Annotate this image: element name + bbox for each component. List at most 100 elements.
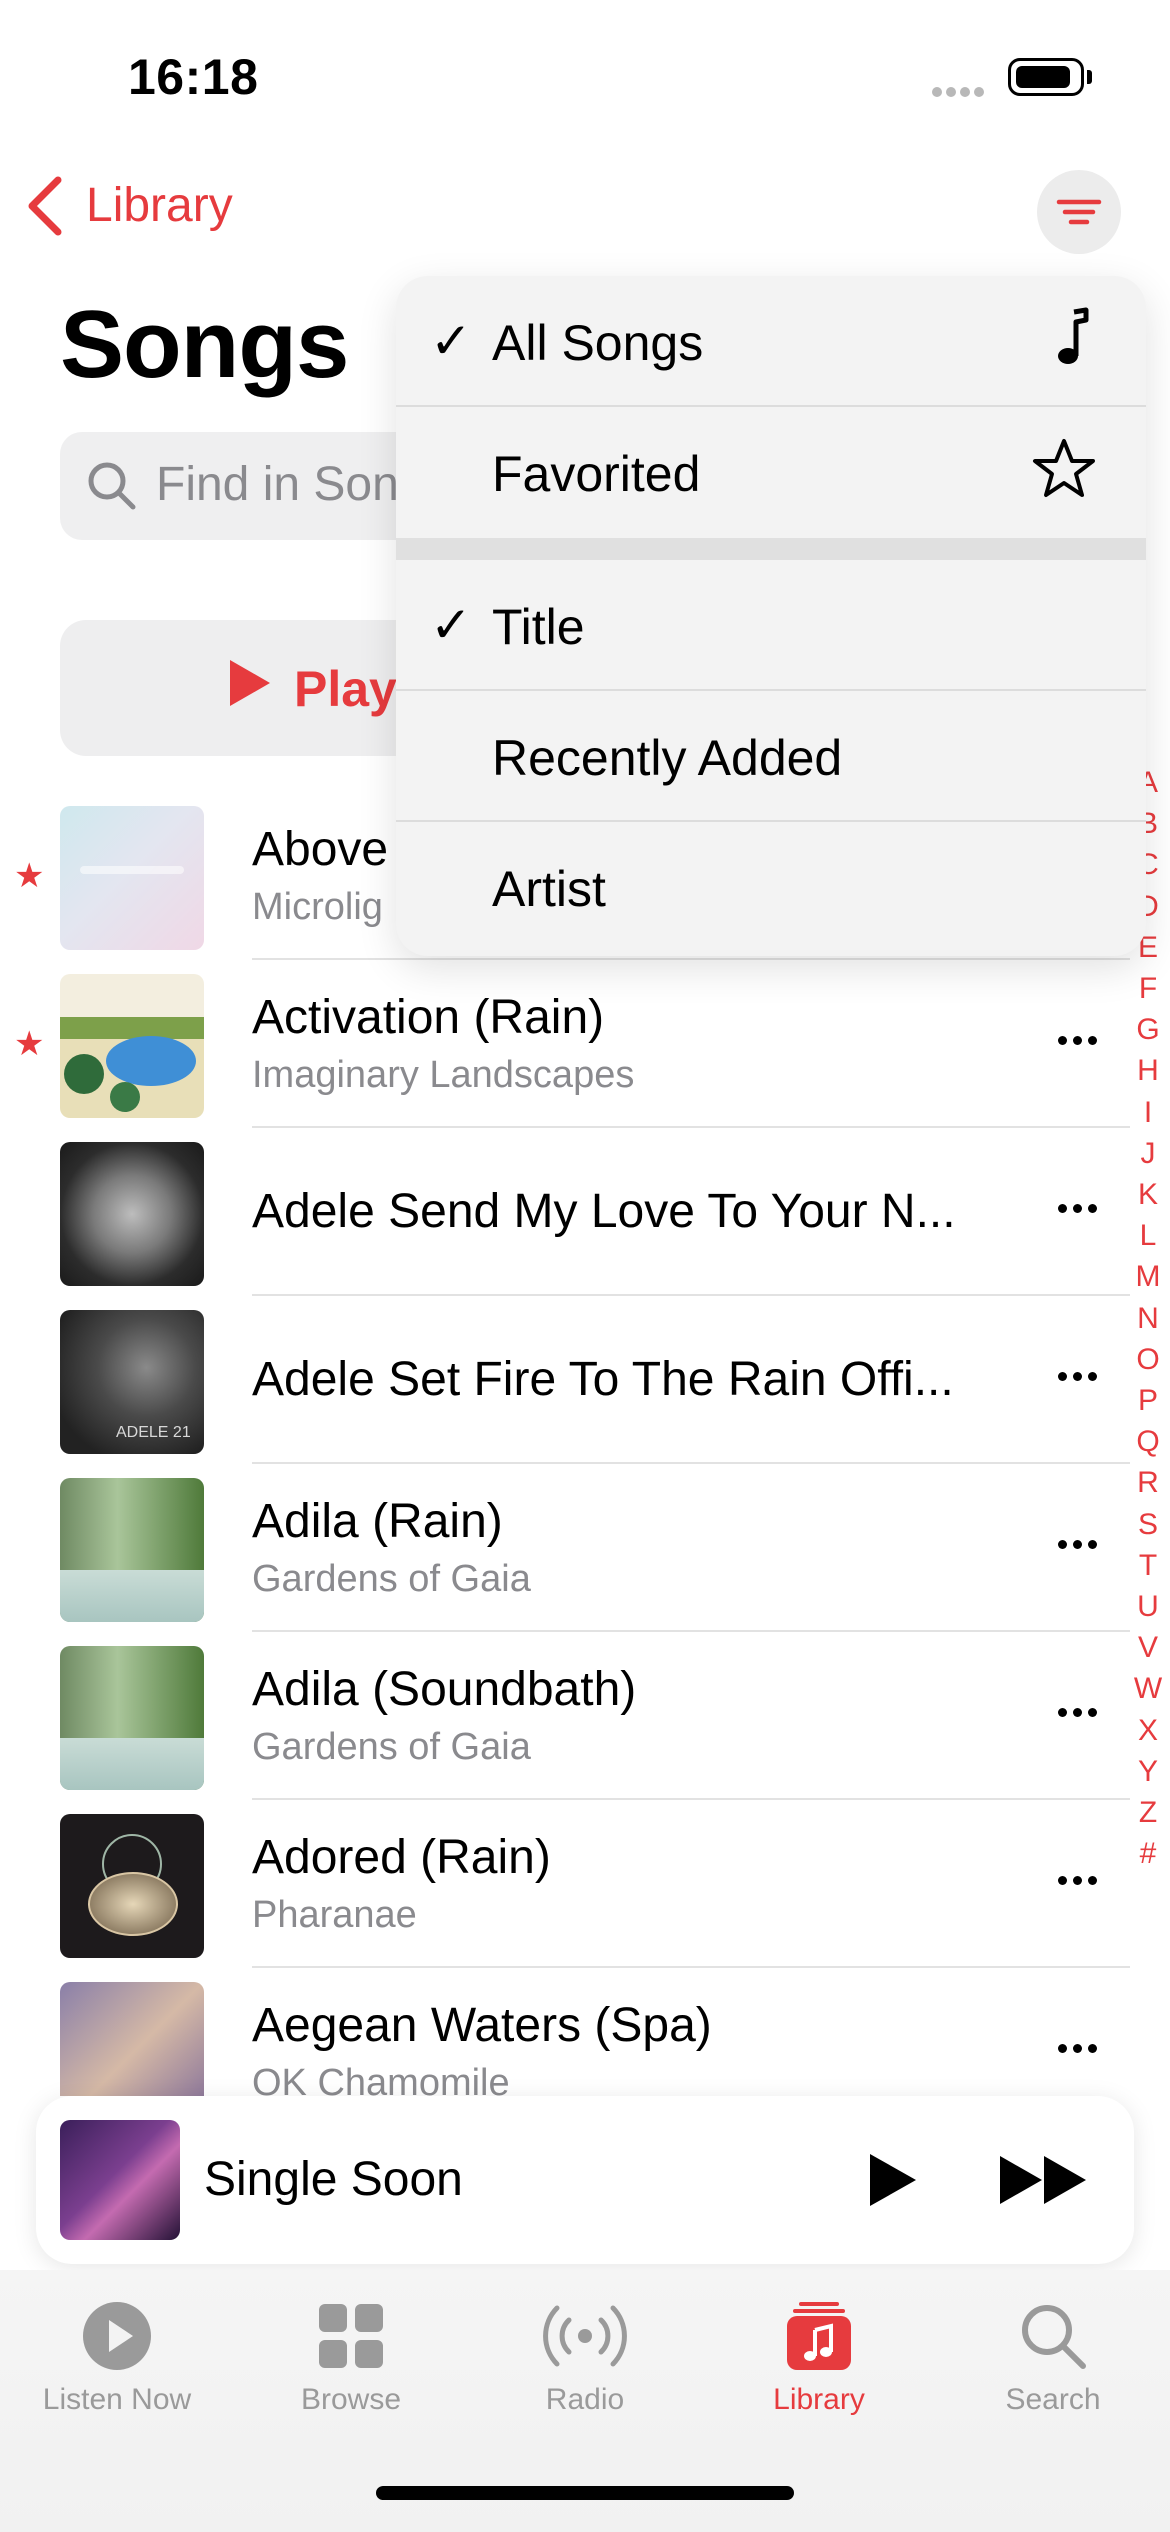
battery-icon bbox=[1008, 58, 1084, 96]
index-letter[interactable]: M bbox=[1128, 1256, 1168, 1297]
album-art bbox=[60, 1982, 204, 2096]
index-letter[interactable]: T bbox=[1128, 1545, 1168, 1586]
back-button[interactable]: Library bbox=[14, 170, 254, 250]
tab-label: Radio bbox=[545, 2383, 625, 2416]
menu-item-title[interactable]: ✓ Title bbox=[396, 560, 1146, 691]
more-options-icon[interactable] bbox=[1058, 1872, 1106, 1885]
more-options-icon[interactable] bbox=[1058, 1032, 1106, 1045]
song-title: Above bbox=[252, 823, 389, 876]
home-indicator bbox=[376, 2486, 794, 2500]
tab-search[interactable]: Search bbox=[936, 2300, 1170, 2417]
song-row[interactable]: Aegean Waters (Spa) OK Chamomile bbox=[0, 1968, 1130, 2096]
menu-section-gap bbox=[396, 538, 1146, 560]
index-letter[interactable]: W bbox=[1128, 1668, 1168, 1709]
index-letter[interactable]: N bbox=[1128, 1298, 1168, 1339]
more-options-icon[interactable] bbox=[1058, 1200, 1106, 1213]
tab-radio[interactable]: Radio bbox=[468, 2300, 702, 2417]
play-circle-icon bbox=[83, 2302, 151, 2370]
tab-browse[interactable]: Browse bbox=[234, 2300, 468, 2417]
index-letter[interactable]: # bbox=[1128, 1833, 1168, 1874]
song-artist: Gardens of Gaia bbox=[252, 1726, 531, 1768]
menu-item-label: Favorited bbox=[492, 446, 701, 502]
tab-library[interactable]: Library bbox=[702, 2300, 936, 2417]
index-letter[interactable]: S bbox=[1128, 1504, 1168, 1545]
index-letter[interactable]: F bbox=[1128, 968, 1168, 1009]
song-title: Adored (Rain) bbox=[252, 1831, 551, 1884]
index-letter[interactable]: Q bbox=[1128, 1421, 1168, 1462]
index-letter[interactable]: H bbox=[1128, 1050, 1168, 1091]
index-letter[interactable]: U bbox=[1128, 1586, 1168, 1627]
music-note-icon bbox=[1058, 307, 1089, 364]
now-playing-art bbox=[60, 2120, 180, 2240]
music-library-icon bbox=[787, 2302, 851, 2370]
chevron-left-icon bbox=[28, 176, 62, 236]
index-letter[interactable]: P bbox=[1128, 1380, 1168, 1421]
play-icon[interactable] bbox=[864, 2152, 920, 2208]
song-artist: OK Chamomile bbox=[252, 2062, 510, 2096]
menu-item-label: Recently Added bbox=[492, 730, 843, 786]
index-letter[interactable]: O bbox=[1128, 1339, 1168, 1380]
sort-lines-icon bbox=[1056, 199, 1102, 225]
song-title: Adila (Soundbath) bbox=[252, 1663, 637, 1716]
song-title: Activation (Rain) bbox=[252, 991, 605, 1044]
more-options-icon[interactable] bbox=[1058, 2040, 1106, 2053]
battery-nub bbox=[1087, 70, 1092, 84]
song-title: Adele Set Fire To The Rain Offi... bbox=[252, 1353, 954, 1406]
index-letter[interactable]: K bbox=[1128, 1174, 1168, 1215]
album-art bbox=[60, 1142, 204, 1286]
index-letter[interactable]: Y bbox=[1128, 1751, 1168, 1792]
song-row[interactable]: Adele Send My Love To Your N... bbox=[0, 1128, 1130, 1296]
index-letter[interactable]: J bbox=[1128, 1133, 1168, 1174]
favorite-star-icon: ★ bbox=[14, 1025, 45, 1063]
album-art bbox=[60, 1814, 204, 1958]
song-title: Aegean Waters (Spa) bbox=[252, 1999, 712, 2052]
index-letter[interactable]: I bbox=[1128, 1092, 1168, 1133]
checkmark-icon: ✓ bbox=[430, 313, 472, 369]
tab-label: Listen Now bbox=[42, 2383, 192, 2416]
menu-item-recently-added[interactable]: Recently Added bbox=[396, 691, 1146, 822]
album-art bbox=[60, 806, 204, 950]
sort-filter-menu: ✓ All Songs Favorited ✓ Title Recently A… bbox=[396, 276, 1146, 956]
more-options-icon[interactable] bbox=[1058, 1704, 1106, 1717]
song-title: Adele Send My Love To Your N... bbox=[252, 1185, 956, 1238]
menu-item-label: Title bbox=[492, 599, 585, 655]
menu-item-all-songs[interactable]: ✓ All Songs bbox=[396, 276, 1146, 407]
now-playing-title: Single Soon bbox=[204, 2153, 463, 2206]
song-row[interactable]: ★ Activation (Rain) Imaginary Landscapes bbox=[0, 960, 1130, 1128]
play-icon bbox=[230, 660, 270, 706]
index-letter[interactable]: X bbox=[1128, 1710, 1168, 1751]
favorite-star-icon: ★ bbox=[14, 857, 45, 895]
song-row[interactable]: ADELE 21 Adele Set Fire To The Rain Offi… bbox=[0, 1296, 1130, 1464]
song-artist: Imaginary Landscapes bbox=[252, 1054, 635, 1096]
index-letter[interactable]: V bbox=[1128, 1627, 1168, 1668]
search-icon bbox=[88, 462, 136, 510]
song-row[interactable]: Adila (Soundbath) Gardens of Gaia bbox=[0, 1632, 1130, 1800]
tab-listen-now[interactable]: Listen Now bbox=[0, 2300, 234, 2417]
index-letter[interactable]: R bbox=[1128, 1462, 1168, 1503]
menu-item-favorited[interactable]: Favorited bbox=[396, 407, 1146, 538]
album-art: ADELE 21 bbox=[60, 1310, 204, 1454]
search-icon bbox=[1022, 2305, 1086, 2369]
song-row[interactable]: Adila (Rain) Gardens of Gaia bbox=[0, 1464, 1130, 1632]
menu-item-artist[interactable]: Artist bbox=[396, 822, 1146, 953]
checkmark-icon: ✓ bbox=[430, 597, 472, 653]
song-artist: Microlig bbox=[252, 886, 383, 928]
sort-filter-button[interactable] bbox=[1037, 170, 1121, 254]
album-art bbox=[60, 1646, 204, 1790]
cellular-signal-icon bbox=[932, 84, 992, 97]
song-title: Adila (Rain) bbox=[252, 1495, 503, 1548]
grid-icon bbox=[319, 2304, 383, 2368]
back-label: Library bbox=[86, 179, 233, 232]
song-artist: Pharanae bbox=[252, 1894, 417, 1936]
index-letter[interactable]: L bbox=[1128, 1215, 1168, 1256]
index-letter[interactable]: G bbox=[1128, 1009, 1168, 1050]
more-options-icon[interactable] bbox=[1058, 1368, 1106, 1381]
album-art bbox=[60, 974, 204, 1118]
song-row[interactable]: Adored (Rain) Pharanae bbox=[0, 1800, 1130, 1968]
fast-forward-icon[interactable] bbox=[998, 2154, 1090, 2206]
index-letter[interactable]: Z bbox=[1128, 1792, 1168, 1833]
more-options-icon[interactable] bbox=[1058, 1536, 1106, 1549]
mini-player[interactable]: Single Soon bbox=[36, 2096, 1134, 2264]
star-outline-icon bbox=[1033, 439, 1095, 497]
menu-item-label: Artist bbox=[492, 861, 606, 917]
